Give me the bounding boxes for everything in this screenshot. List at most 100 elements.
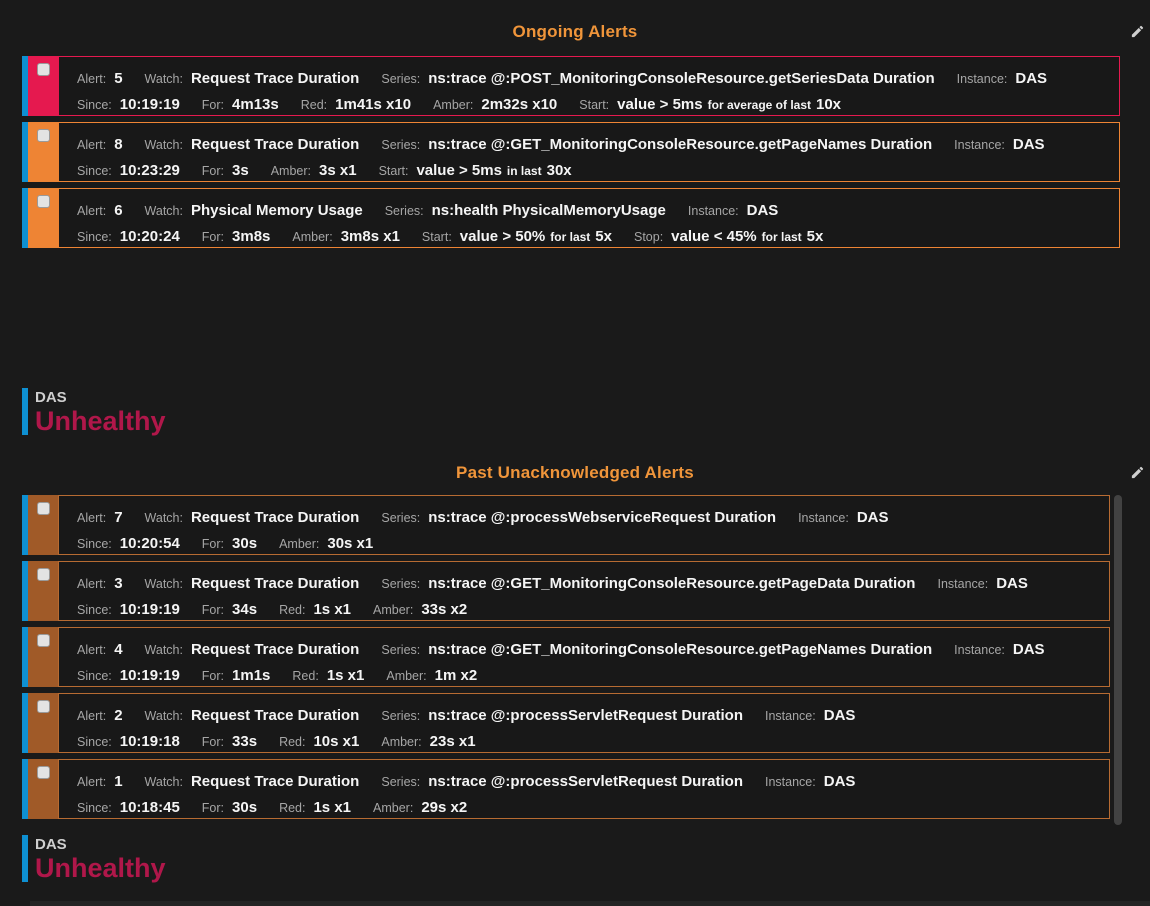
alert-field-series: Series:ns:trace @:GET_MonitoringConsoleR… — [381, 641, 932, 658]
field-value: DAS — [747, 202, 779, 219]
field-value: 1 — [114, 773, 122, 790]
field-value: 33s x2 — [421, 601, 467, 618]
alert-field-amber: Amber:3s x1 — [271, 162, 357, 179]
field-label: Red: — [279, 603, 305, 617]
alert-detail-line: Alert:4 Watch:Request Trace Duration Serie… — [77, 637, 1101, 663]
field-value: value > 5ms — [617, 96, 702, 113]
field-value: 30s — [232, 535, 257, 552]
alert-field-series: Series:ns:trace @:processServletRequest … — [381, 773, 743, 790]
status-instance-name: DAS — [35, 388, 166, 407]
field-label: Alert: — [77, 72, 106, 86]
field-label: Alert: — [77, 709, 106, 723]
field-value: ns:trace @:POST_MonitoringConsoleResourc… — [428, 70, 934, 87]
field-count: 30x — [547, 162, 572, 179]
field-label: Series: — [381, 72, 420, 86]
past-alerts-list: Alert:7Watch:Request Trace DurationSerie… — [22, 495, 1110, 825]
field-label: Instance: — [765, 709, 816, 723]
field-label: Amber: — [271, 164, 311, 178]
alert-field-watch: Watch:Physical Memory Usage — [145, 202, 363, 219]
field-value: value > 50% — [460, 228, 545, 245]
field-count: 5x — [807, 228, 824, 245]
field-label: Series: — [381, 577, 420, 591]
alert-field-watch: Watch:Request Trace Duration — [145, 575, 360, 592]
field-label: Amber: — [279, 537, 319, 551]
field-value: 1s x1 — [313, 799, 351, 816]
field-value: ns:trace @:processWebserviceRequest Dura… — [428, 509, 776, 526]
edit-past-alerts-button[interactable] — [1129, 465, 1145, 481]
field-label: Watch: — [145, 72, 183, 86]
field-value: 33s — [232, 733, 257, 750]
field-value: 7 — [114, 509, 122, 526]
alert-card-body: Alert:6Watch:Physical Memory UsageSeries… — [58, 188, 1120, 248]
field-qualifier: for average of last — [708, 98, 811, 112]
alert-field-for: For:3m8s — [202, 228, 271, 245]
field-label: Stop: — [634, 230, 663, 244]
alert-field-watch: Watch:Request Trace Duration — [145, 641, 360, 658]
field-label: Start: — [379, 164, 409, 178]
field-label: Red: — [279, 801, 305, 815]
field-label: Watch: — [145, 204, 183, 218]
alert-card-body: Alert:7Watch:Request Trace DurationSerie… — [58, 495, 1110, 555]
alert-field-start: Start:value > 5msfor average of last10x — [579, 96, 841, 113]
field-label: Since: — [77, 735, 112, 749]
vertical-scrollbar-thumb[interactable] — [1114, 495, 1122, 825]
alert-acknowledge-checkbox[interactable] — [37, 63, 50, 76]
alert-card: Alert:2Watch:Request Trace DurationSerie… — [22, 693, 1110, 753]
field-label: Since: — [77, 669, 112, 683]
field-label: Since: — [77, 164, 112, 178]
field-value: DAS — [857, 509, 889, 526]
past-alerts-header: Past Unacknowledged Alerts — [0, 463, 1150, 485]
alert-acknowledge-checkbox[interactable] — [37, 502, 50, 515]
alert-field-red: Red: 1s x1 — [279, 799, 351, 816]
alert-acknowledge-checkbox[interactable] — [37, 568, 50, 581]
alert-acknowledge-checkbox[interactable] — [37, 195, 50, 208]
field-label: Watch: — [145, 643, 183, 657]
field-label: Since: — [77, 230, 112, 244]
alert-field-instance: Instance:DAS — [765, 707, 855, 724]
field-value: Request Trace Duration — [191, 70, 359, 87]
alert-acknowledge-checkbox[interactable] — [37, 129, 50, 142]
field-value: 29s x2 — [421, 799, 467, 816]
edit-ongoing-alerts-button[interactable] — [1129, 24, 1145, 40]
alert-field-since: Since:10:20:24 — [77, 228, 180, 245]
alert-detail-line: Alert:6Watch:Physical Memory UsageSeries… — [77, 198, 1111, 224]
alert-card: Alert:7Watch:Request Trace DurationSerie… — [22, 495, 1110, 555]
field-label: For: — [202, 164, 224, 178]
alert-field-since: Since: 10:19:19 — [77, 667, 180, 684]
alert-level-indicator — [28, 693, 58, 753]
alert-detail-line: Since:10:23:29For:3sAmber:3s x1Start:val… — [77, 158, 1111, 182]
field-value: Request Trace Duration — [191, 575, 359, 592]
field-label: For: — [202, 230, 224, 244]
alert-field-alert: Alert:6 — [77, 202, 123, 219]
field-value: 10:19:19 — [120, 601, 180, 618]
alert-field-instance: Instance:DAS — [765, 773, 855, 790]
alert-field-alert: Alert:5 — [77, 70, 123, 87]
alert-field-stop: Stop:value < 45%for last5x — [634, 228, 823, 245]
field-value: 10:19:19 — [120, 667, 180, 684]
alert-field-amber: Amber:29s x2 — [373, 799, 467, 816]
alert-field-since: Since:10:19:19 — [77, 601, 180, 618]
field-value: 10s x1 — [313, 733, 359, 750]
field-value: 8 — [114, 136, 122, 153]
alert-acknowledge-checkbox[interactable] — [37, 634, 50, 647]
alert-card-body: Alert:5 Watch: Request Trace Duration Serie… — [58, 56, 1120, 116]
alert-field-instance: Instance:DAS — [954, 641, 1044, 658]
alert-card-body: Alert:4 Watch:Request Trace Duration Serie… — [58, 627, 1110, 687]
alert-field-instance: Instance:DAS — [937, 575, 1027, 592]
alert-acknowledge-checkbox[interactable] — [37, 766, 50, 779]
alert-field-for: For:33s — [202, 733, 257, 750]
field-value: 23s x1 — [430, 733, 476, 750]
field-label: Alert: — [77, 775, 106, 789]
field-value: Request Trace Duration — [191, 509, 359, 526]
alert-field-since: Since:10:19:19 — [77, 96, 180, 113]
alert-field-start: Start:value > 5msin last30x — [379, 162, 572, 179]
field-qualifier: in last — [507, 164, 542, 178]
alert-acknowledge-checkbox[interactable] — [37, 700, 50, 713]
alert-detail-line: Alert:5 Watch: Request Trace Duration Serie… — [77, 66, 1111, 92]
alert-detail-line: Since:10:19:19For:4m13sRed:1m41s x10Ambe… — [77, 92, 1111, 116]
field-label: Instance: — [957, 72, 1008, 86]
alert-field-for: For:1m1s — [202, 667, 271, 684]
field-label: Watch: — [145, 138, 183, 152]
field-label: Since: — [77, 98, 112, 112]
alert-field-alert: Alert:4 — [77, 641, 123, 658]
